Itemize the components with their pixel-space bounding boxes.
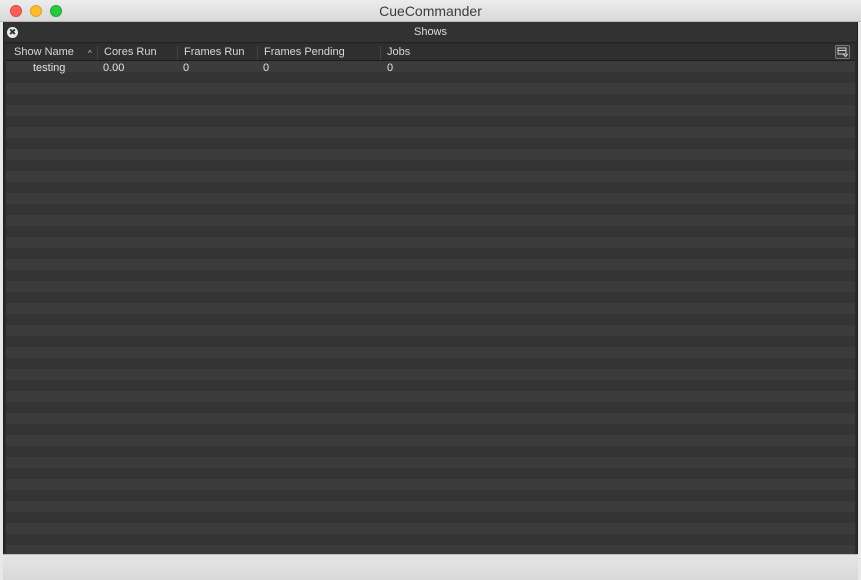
column-header-label: Show Name xyxy=(14,46,74,58)
status-bar xyxy=(3,554,858,580)
column-chooser-icon[interactable] xyxy=(835,45,850,59)
column-header-cores-run[interactable]: Cores Run xyxy=(98,46,178,60)
panel-title: Shows xyxy=(413,26,448,38)
app-window: CueCommander ✖ Shows Show Name ^ Cores R… xyxy=(0,0,861,580)
table-body: testing 0.00 0 0 0 xyxy=(6,61,855,554)
cell-frames-run: 0 xyxy=(183,62,190,74)
cell-frames-pending: 0 xyxy=(263,62,270,74)
column-header-frames-run[interactable]: Frames Run xyxy=(178,46,258,60)
column-header-jobs[interactable]: Jobs xyxy=(381,46,441,60)
column-header-frames-pending[interactable]: Frames Pending xyxy=(258,46,381,60)
table-header: Show Name ^ Cores Run Frames Run Frames … xyxy=(6,44,855,61)
window-title: CueCommander xyxy=(379,3,482,19)
title-bar[interactable]: CueCommander xyxy=(0,0,861,22)
shows-panel: ✖ Shows Show Name ^ Cores Run Frames Run… xyxy=(3,22,858,554)
shows-table: Show Name ^ Cores Run Frames Run Frames … xyxy=(6,44,855,554)
table-row[interactable]: testing 0.00 0 0 0 xyxy=(6,61,855,77)
cell-show-name: testing xyxy=(33,62,66,74)
panel-title-bar[interactable]: ✖ Shows xyxy=(4,22,857,43)
cell-cores-run: 0.00 xyxy=(103,62,125,74)
cell-jobs: 0 xyxy=(387,62,394,74)
sort-ascending-icon: ^ xyxy=(88,49,92,58)
column-header-show-name[interactable]: Show Name ^ xyxy=(8,46,98,60)
